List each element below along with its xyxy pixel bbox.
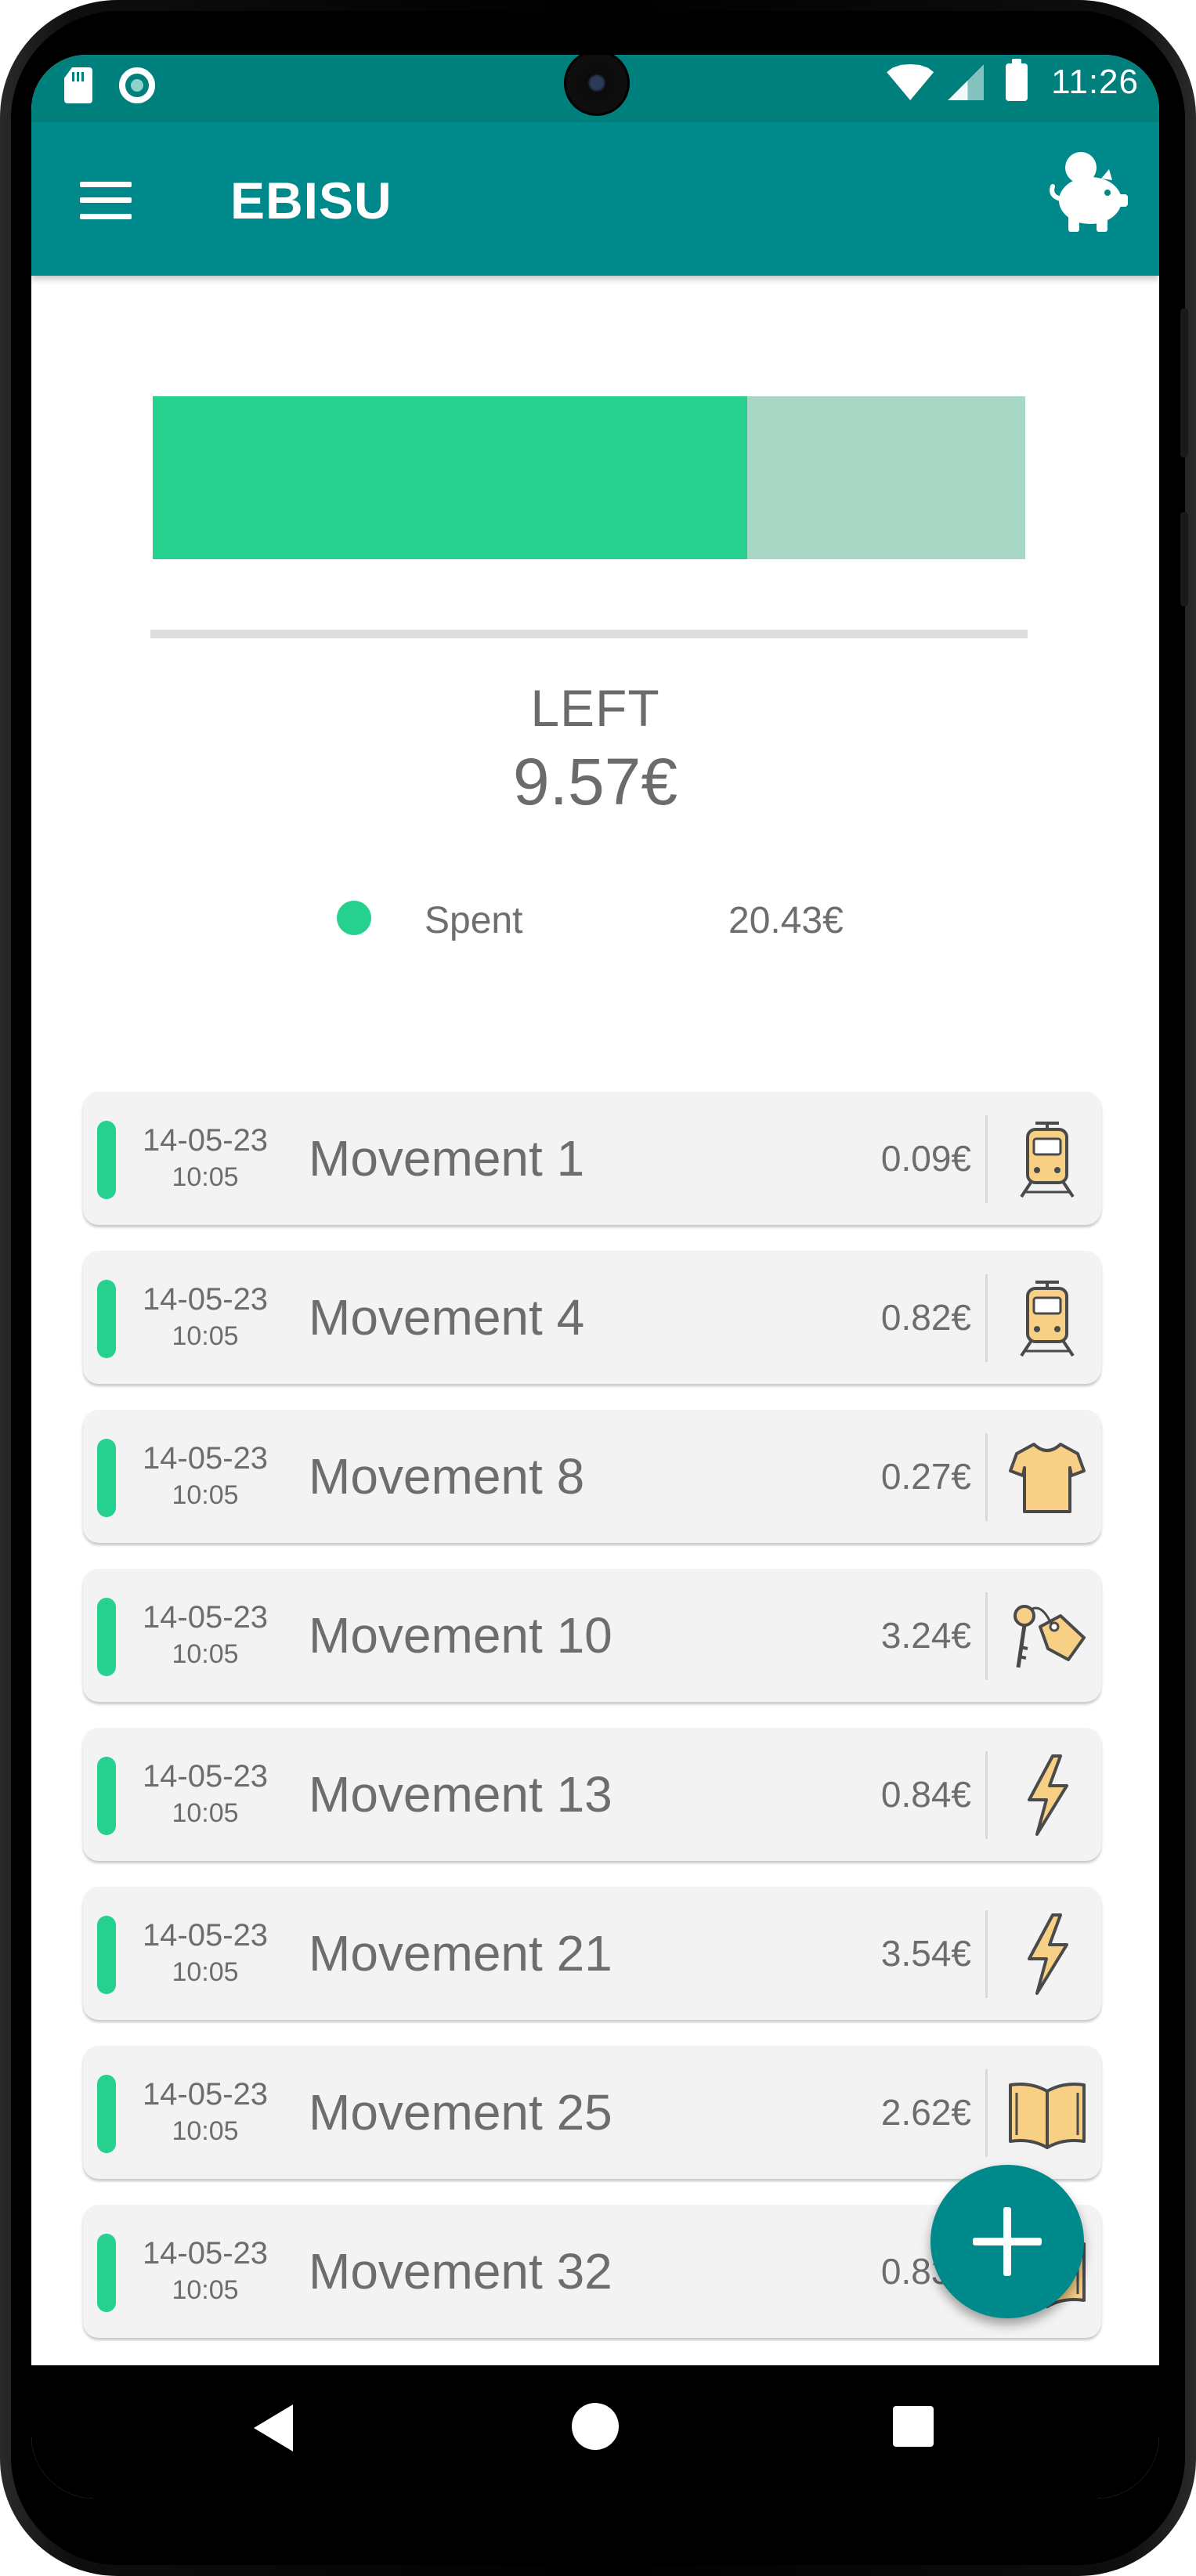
movement-item[interactable]: 14-05-23 10:05 Movement 10 3.24€ <box>83 1569 1101 1702</box>
screen: 11:26 EBISU LEFT 9.57€ Spent 20.43€ 14-0… <box>31 55 1159 2498</box>
movement-separator <box>985 2069 988 2157</box>
power-button <box>1180 512 1188 606</box>
app-title: EBISU <box>230 172 392 229</box>
tshirt-icon <box>1006 1433 1089 1521</box>
movement-name: Movement 32 <box>309 2243 612 2300</box>
device-frame: 11:26 EBISU LEFT 9.57€ Spent 20.43€ 14-0… <box>0 0 1196 2576</box>
movement-date: 14-05-23 <box>142 1759 269 1794</box>
wifi-icon <box>887 64 934 100</box>
movement-accent-bar <box>97 1916 116 1994</box>
movement-date: 14-05-23 <box>142 1918 269 1953</box>
movement-time: 10:05 <box>172 1321 239 1351</box>
movement-amount: 0.82€ <box>880 1297 971 1338</box>
lightning-icon <box>1006 1751 1089 1839</box>
movement-accent-bar <box>97 1757 116 1835</box>
movement-date: 14-05-23 <box>142 2077 269 2112</box>
movement-amount: 2.62€ <box>880 2092 971 2133</box>
movement-time: 10:05 <box>172 1639 239 1669</box>
movement-accent-bar <box>97 2234 116 2312</box>
movement-name: Movement 10 <box>309 1607 612 1664</box>
front-camera <box>564 55 630 116</box>
movement-amount: 3.24€ <box>880 1615 971 1656</box>
left-amount: 9.57€ <box>512 745 678 818</box>
hamburger-menu-icon[interactable] <box>80 182 132 219</box>
key-tag-icon <box>1006 1592 1089 1680</box>
movement-separator <box>985 1910 988 1998</box>
lightning-icon <box>1006 1910 1089 1998</box>
movement-name: Movement 1 <box>309 1130 585 1187</box>
movement-item[interactable]: 14-05-23 10:05 Movement 8 0.27€ <box>83 1410 1101 1543</box>
summary-divider <box>150 630 1028 638</box>
movement-item[interactable]: 14-05-23 10:05 Movement 1 0.09€ <box>83 1092 1101 1225</box>
legend-label: Spent <box>425 900 523 941</box>
battery-icon <box>1006 59 1028 101</box>
signal-icon <box>948 64 985 100</box>
add-movement-button[interactable] <box>930 2165 1084 2318</box>
movement-time: 10:05 <box>172 1798 239 1828</box>
movement-date: 14-05-23 <box>142 2236 269 2271</box>
movement-date: 14-05-23 <box>142 1441 269 1476</box>
movement-accent-bar <box>97 2075 116 2153</box>
status-bar: 11:26 <box>31 55 1159 122</box>
movement-date: 14-05-23 <box>142 1282 269 1317</box>
system-nav-bar <box>31 2365 1159 2498</box>
nav-back-icon[interactable] <box>254 2404 293 2451</box>
movement-date: 14-05-23 <box>142 1123 269 1158</box>
train-icon <box>1006 1115 1089 1203</box>
status-time: 11:26 <box>1051 63 1139 101</box>
movement-item[interactable]: 14-05-23 10:05 Movement 21 3.54€ <box>83 1887 1101 2020</box>
movement-item[interactable]: 14-05-23 10:05 Movement 13 0.84€ <box>83 1728 1101 1861</box>
movement-name: Movement 4 <box>309 1289 585 1346</box>
movement-name: Movement 8 <box>309 1448 585 1505</box>
movement-amount: 0.84€ <box>880 1774 971 1815</box>
movement-name: Movement 21 <box>309 1925 612 1982</box>
movement-amount: 0.09€ <box>880 1138 971 1179</box>
movement-separator <box>985 1115 988 1203</box>
legend-dot <box>337 901 371 935</box>
record-icon <box>119 67 155 103</box>
movement-separator <box>985 1433 988 1521</box>
movement-time: 10:05 <box>172 2275 239 2305</box>
movement-date: 14-05-23 <box>142 1600 269 1635</box>
volume-button <box>1180 309 1188 457</box>
movement-amount: 3.54€ <box>880 1933 971 1974</box>
spent-fill <box>153 396 747 559</box>
movement-separator <box>985 1751 988 1839</box>
left-label: LEFT <box>530 679 660 737</box>
movement-amount: 0.27€ <box>880 1456 971 1497</box>
budget-progress-bar <box>153 396 1025 559</box>
movement-accent-bar <box>97 1280 116 1358</box>
movement-time: 10:05 <box>172 1957 239 1987</box>
movement-time: 10:05 <box>172 1162 239 1192</box>
book-icon <box>1006 2069 1089 2157</box>
train-icon <box>1006 1274 1089 1362</box>
nav-home-icon[interactable] <box>572 2403 619 2450</box>
piggy-bank-icon[interactable] <box>1040 144 1131 235</box>
movement-separator <box>985 1592 988 1680</box>
movement-accent-bar <box>97 1121 116 1199</box>
movement-separator <box>985 1274 988 1362</box>
app-bar: EBISU <box>31 122 1159 276</box>
movement-name: Movement 13 <box>309 1766 612 1823</box>
legend-value: 20.43€ <box>728 900 844 941</box>
movement-accent-bar <box>97 1598 116 1676</box>
movement-name: Movement 25 <box>309 2084 612 2141</box>
movement-accent-bar <box>97 1439 116 1517</box>
nav-recents-icon[interactable] <box>893 2406 934 2447</box>
movement-item[interactable]: 14-05-23 10:05 Movement 25 2.62€ <box>83 2046 1101 2179</box>
movement-item[interactable]: 14-05-23 10:05 Movement 4 0.82€ <box>83 1251 1101 1384</box>
sd-card-icon <box>64 67 92 103</box>
movement-time: 10:05 <box>172 2116 239 2146</box>
movement-time: 10:05 <box>172 1480 239 1510</box>
